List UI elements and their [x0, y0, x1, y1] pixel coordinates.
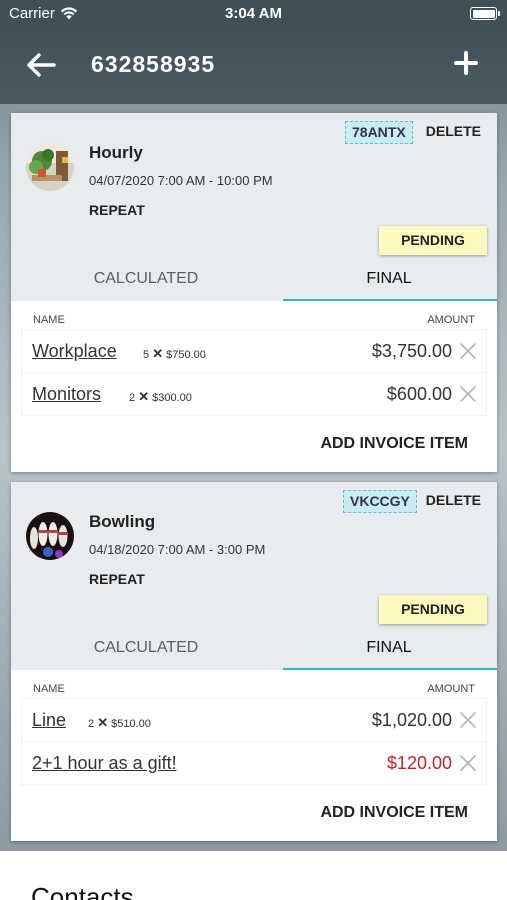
back-arrow-icon — [27, 53, 56, 77]
page-title: 632858935 — [91, 51, 216, 77]
back-button[interactable] — [24, 48, 58, 82]
column-headers: NAME AMOUNT — [21, 313, 487, 330]
status-time: 3:04 AM — [225, 5, 282, 22]
remove-x-icon[interactable] — [458, 384, 478, 404]
item-quantity: 2 ✕ $300.00 — [129, 389, 192, 404]
booking-code: 78ANTX — [345, 121, 413, 144]
multiply-icon: ✕ — [152, 346, 164, 361]
event-date: 04/18/2020 7:00 AM - 3:00 PM — [89, 542, 266, 557]
add-invoice-item-button[interactable]: ADD INVOICE ITEM — [320, 804, 468, 822]
invoice-item-row: Workplace 5 ✕ $750.00 $3,750.00 — [21, 329, 487, 373]
event-date: 04/07/2020 7:00 AM - 10:00 PM — [89, 173, 273, 188]
booking-code: VKCCGY — [343, 490, 417, 513]
contacts-section: Contacts — [0, 851, 507, 900]
multiply-icon: ✕ — [138, 389, 150, 404]
add-invoice-item-button[interactable]: ADD INVOICE ITEM — [320, 435, 468, 453]
repeat-label: REPEAT — [89, 571, 145, 587]
battery-icon — [470, 7, 500, 20]
card-header: Hourly 04/07/2020 7:00 AM - 10:00 PM REP… — [11, 113, 497, 301]
amount-column-header: AMOUNT — [427, 683, 475, 695]
avatar — [26, 512, 74, 560]
tab-calculated[interactable]: CALCULATED — [46, 639, 246, 657]
delete-button[interactable]: DELETE — [426, 123, 481, 139]
nav-bar: 632858935 — [0, 26, 507, 104]
name-column-header: NAME — [33, 314, 65, 326]
item-amount: $120.00 — [386, 753, 452, 773]
remove-x-icon[interactable] — [458, 341, 478, 361]
event-card: Bowling 04/18/2020 7:00 AM - 3:00 PM REP… — [11, 482, 497, 841]
tab-calculated[interactable]: CALCULATED — [46, 270, 246, 288]
remove-x-icon[interactable] — [458, 710, 478, 730]
column-headers: NAME AMOUNT — [21, 682, 487, 699]
add-button[interactable] — [451, 48, 481, 78]
card-header: Bowling 04/18/2020 7:00 AM - 3:00 PM REP… — [11, 482, 497, 670]
add-invoice-item-row: ADD INVOICE ITEM — [21, 416, 487, 472]
delete-button[interactable]: DELETE — [426, 492, 481, 508]
item-amount: $3,750.00 — [371, 341, 452, 361]
item-name-link[interactable]: Line — [32, 710, 66, 731]
event-title: Bowling — [89, 512, 156, 531]
status-badge: PENDING — [379, 226, 487, 255]
item-name-link[interactable]: 2+1 hour as a gift! — [32, 753, 177, 774]
event-title: Hourly — [89, 143, 143, 162]
multiply-icon: ✕ — [97, 715, 109, 730]
item-quantity: 5 ✕ $750.00 — [143, 346, 206, 361]
repeat-label: REPEAT — [89, 202, 145, 218]
invoice-items: NAME AMOUNT Line 2 ✕ $510.00 $1,020.00 2… — [11, 670, 497, 841]
invoice-item-row: 2+1 hour as a gift! $120.00 — [21, 741, 487, 785]
item-amount: $600.00 — [386, 384, 452, 404]
event-card: Hourly 04/07/2020 7:00 AM - 10:00 PM REP… — [11, 113, 497, 472]
add-invoice-item-row: ADD INVOICE ITEM — [21, 785, 487, 841]
invoice-items: NAME AMOUNT Workplace 5 ✕ $750.00 $3,750… — [11, 301, 497, 472]
tab-final[interactable]: FINAL — [289, 639, 489, 657]
item-amount: $1,020.00 — [371, 710, 452, 730]
item-name-link[interactable]: Monitors — [32, 384, 101, 405]
tab-final[interactable]: FINAL — [289, 270, 489, 288]
name-column-header: NAME — [33, 683, 65, 695]
status-bar: Carrier 3:04 AM — [0, 0, 507, 26]
invoice-item-row: Monitors 2 ✕ $300.00 $600.00 — [21, 372, 487, 416]
remove-x-icon[interactable] — [458, 753, 478, 773]
plus-icon — [454, 51, 478, 75]
status-badge: PENDING — [379, 595, 487, 624]
amount-column-header: AMOUNT — [427, 314, 475, 326]
contacts-heading: Contacts — [31, 882, 134, 900]
item-quantity: 2 ✕ $510.00 — [88, 715, 151, 730]
invoice-item-row: Line 2 ✕ $510.00 $1,020.00 — [21, 698, 487, 742]
item-name-link[interactable]: Workplace — [32, 341, 117, 362]
avatar — [26, 143, 74, 191]
